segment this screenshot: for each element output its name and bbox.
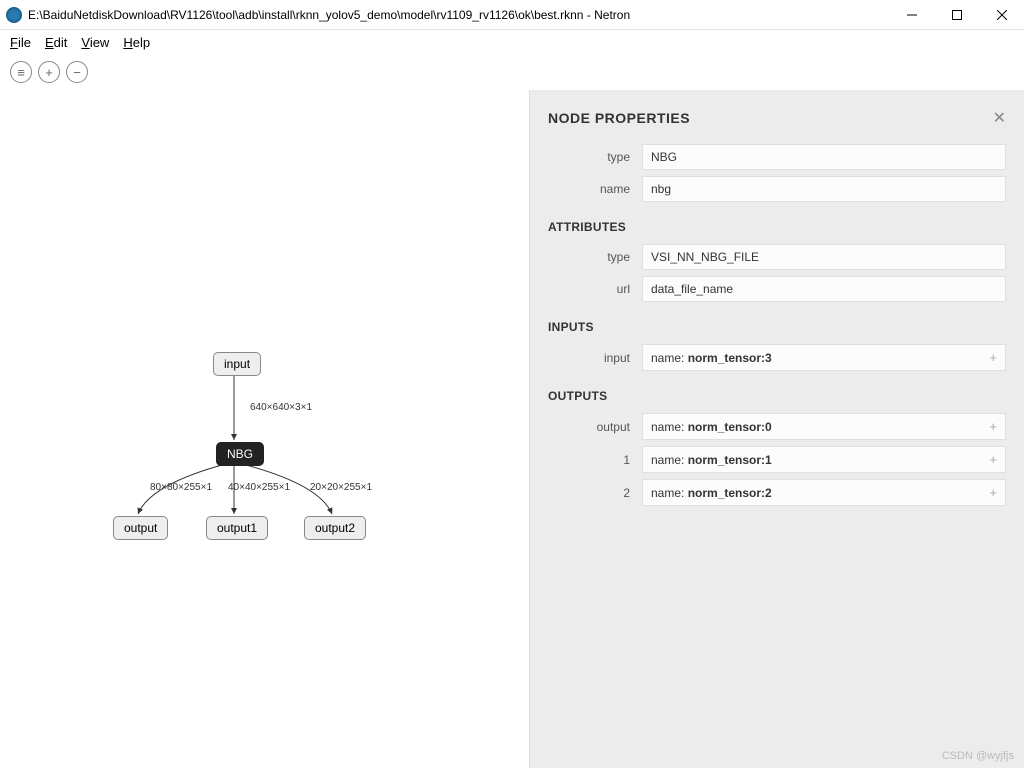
app-icon <box>6 7 22 23</box>
zoom-out-button[interactable]: − <box>66 61 88 83</box>
section-outputs: OUTPUTS <box>548 389 1006 403</box>
expand-icon[interactable]: + <box>989 350 997 365</box>
section-attributes: ATTRIBUTES <box>548 220 1006 234</box>
edge-label-input: 640×640×3×1 <box>250 402 312 413</box>
out0-value[interactable]: name: norm_tensor:0+ <box>642 413 1006 440</box>
attr-type-label: type <box>548 250 642 264</box>
edge-label-o1: 40×40×255×1 <box>228 482 290 493</box>
input-label: input <box>548 351 642 365</box>
node-output1[interactable]: output1 <box>206 516 268 540</box>
minimize-button[interactable] <box>889 0 934 30</box>
menu-help[interactable]: Help <box>123 35 150 50</box>
prop-name-value[interactable]: nbg <box>642 176 1006 202</box>
menu-file[interactable]: File <box>10 35 31 50</box>
edge-label-o2: 20×20×255×1 <box>310 482 372 493</box>
out2-value[interactable]: name: norm_tensor:2+ <box>642 479 1006 506</box>
watermark: CSDN @wyjfjs <box>942 750 1014 762</box>
node-nbg[interactable]: NBG <box>216 442 264 466</box>
zoom-in-button[interactable]: + <box>38 61 60 83</box>
graph-canvas[interactable]: input 640×640×3×1 NBG 80×80×255×1 40×40×… <box>0 90 529 768</box>
panel-title: NODE PROPERTIES <box>548 110 690 126</box>
expand-icon[interactable]: + <box>989 485 997 500</box>
list-button[interactable]: ≡ <box>10 61 32 83</box>
maximize-button[interactable] <box>934 0 979 30</box>
expand-icon[interactable]: + <box>989 419 997 434</box>
attr-type-value[interactable]: VSI_NN_NBG_FILE <box>642 244 1006 270</box>
node-output0[interactable]: output <box>113 516 168 540</box>
menu-edit[interactable]: Edit <box>45 35 67 50</box>
prop-type-label: type <box>548 150 642 164</box>
toolbar: ≡ + − <box>0 54 1024 90</box>
section-inputs: INPUTS <box>548 320 1006 334</box>
prop-name-label: name <box>548 182 642 196</box>
properties-panel: NODE PROPERTIES ✕ type NBG name nbg ATTR… <box>529 90 1024 768</box>
edge-label-o0: 80×80×255×1 <box>150 482 212 493</box>
prop-type-value[interactable]: NBG <box>642 144 1006 170</box>
menu-view[interactable]: View <box>81 35 109 50</box>
node-input[interactable]: input <box>213 352 261 376</box>
close-button[interactable] <box>979 0 1024 30</box>
out0-label: output <box>548 420 642 434</box>
attr-url-value[interactable]: data_file_name <box>642 276 1006 302</box>
out1-label: 1 <box>548 453 642 467</box>
attr-url-label: url <box>548 282 642 296</box>
close-panel-icon[interactable]: ✕ <box>993 108 1006 128</box>
menu-bar: File Edit View Help <box>0 30 1024 54</box>
out2-label: 2 <box>548 486 642 500</box>
input-value[interactable]: name: norm_tensor:3+ <box>642 344 1006 371</box>
window-title: E:\BaiduNetdiskDownload\RV1126\tool\adb\… <box>28 8 889 22</box>
titlebar: E:\BaiduNetdiskDownload\RV1126\tool\adb\… <box>0 0 1024 30</box>
out1-value[interactable]: name: norm_tensor:1+ <box>642 446 1006 473</box>
expand-icon[interactable]: + <box>989 452 997 467</box>
node-output2[interactable]: output2 <box>304 516 366 540</box>
